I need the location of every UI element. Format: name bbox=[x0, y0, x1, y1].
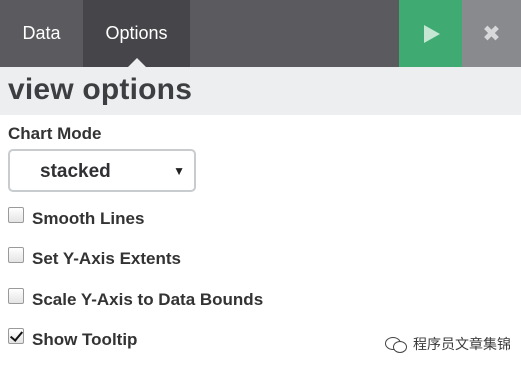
top-toolbar: Data Options ✖ bbox=[0, 0, 521, 67]
chart-mode-selected-value: stacked bbox=[40, 161, 111, 182]
show-tooltip-label: Show Tooltip bbox=[32, 330, 138, 349]
scale-y-axis-checkbox[interactable] bbox=[8, 288, 24, 304]
y-axis-extents-label: Set Y-Axis Extents bbox=[32, 249, 181, 268]
dropdown-arrow-icon: ▼ bbox=[173, 164, 185, 178]
watermark: 程序员文章集锦 bbox=[385, 333, 511, 355]
show-tooltip-option[interactable]: Show Tooltip bbox=[8, 328, 137, 352]
play-icon bbox=[424, 24, 440, 43]
y-axis-extents-checkbox[interactable] bbox=[8, 247, 24, 263]
smooth-lines-checkbox[interactable] bbox=[8, 207, 24, 223]
show-tooltip-checkbox[interactable] bbox=[8, 328, 24, 344]
close-icon: ✖ bbox=[482, 20, 501, 46]
scale-y-axis-label: Scale Y-Axis to Data Bounds bbox=[32, 290, 264, 309]
tab-options-label: Options bbox=[105, 23, 168, 43]
tab-options[interactable]: Options bbox=[83, 0, 190, 67]
chart-mode-select[interactable]: stacked ▼ bbox=[8, 149, 196, 192]
active-tab-caret-icon bbox=[127, 58, 146, 67]
tab-data[interactable]: Data bbox=[0, 0, 83, 67]
close-button[interactable]: ✖ bbox=[462, 0, 521, 67]
tab-data-label: Data bbox=[22, 23, 61, 43]
watermark-text: 程序员文章集锦 bbox=[413, 336, 511, 352]
wechat-icon bbox=[385, 335, 407, 353]
smooth-lines-label: Smooth Lines bbox=[32, 209, 145, 228]
smooth-lines-option[interactable]: Smooth Lines bbox=[8, 207, 144, 231]
chart-mode-label: Chart Mode bbox=[8, 124, 102, 143]
scale-y-axis-option[interactable]: Scale Y-Axis to Data Bounds bbox=[8, 288, 263, 312]
page-title: view options bbox=[8, 73, 193, 106]
run-button[interactable] bbox=[399, 0, 462, 67]
y-axis-extents-option[interactable]: Set Y-Axis Extents bbox=[8, 247, 181, 271]
